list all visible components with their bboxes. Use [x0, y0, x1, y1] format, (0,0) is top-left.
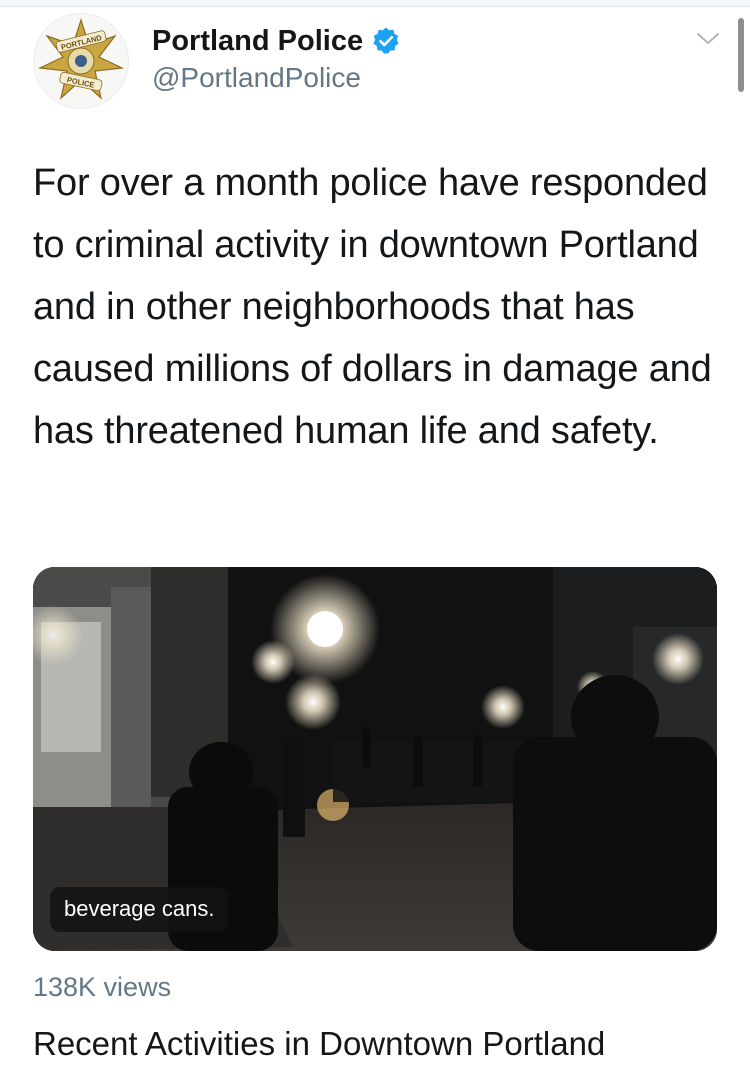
view-count: 138K views [33, 972, 172, 1002]
display-name[interactable]: Portland Police [152, 26, 363, 56]
author-name-row[interactable]: Portland Police [152, 26, 401, 56]
video-caption: beverage cans. [50, 887, 229, 932]
avatar[interactable]: PORTLAND POLICE [33, 13, 129, 109]
video-player[interactable]: beverage cans. [33, 567, 717, 951]
tweet-text: For over a month police have responded t… [33, 162, 712, 452]
top-divider [0, 0, 750, 7]
chevron-down-icon [697, 33, 719, 44]
police-star-badge-icon: PORTLAND POLICE [37, 18, 125, 100]
scrollbar[interactable] [738, 18, 744, 92]
tweet-menu-button[interactable] [688, 24, 728, 54]
user-handle[interactable]: @PortlandPolice [152, 62, 361, 94]
verified-badge-icon [371, 26, 401, 56]
media-title[interactable]: Recent Activities in Downtown Portland [33, 1025, 605, 1063]
